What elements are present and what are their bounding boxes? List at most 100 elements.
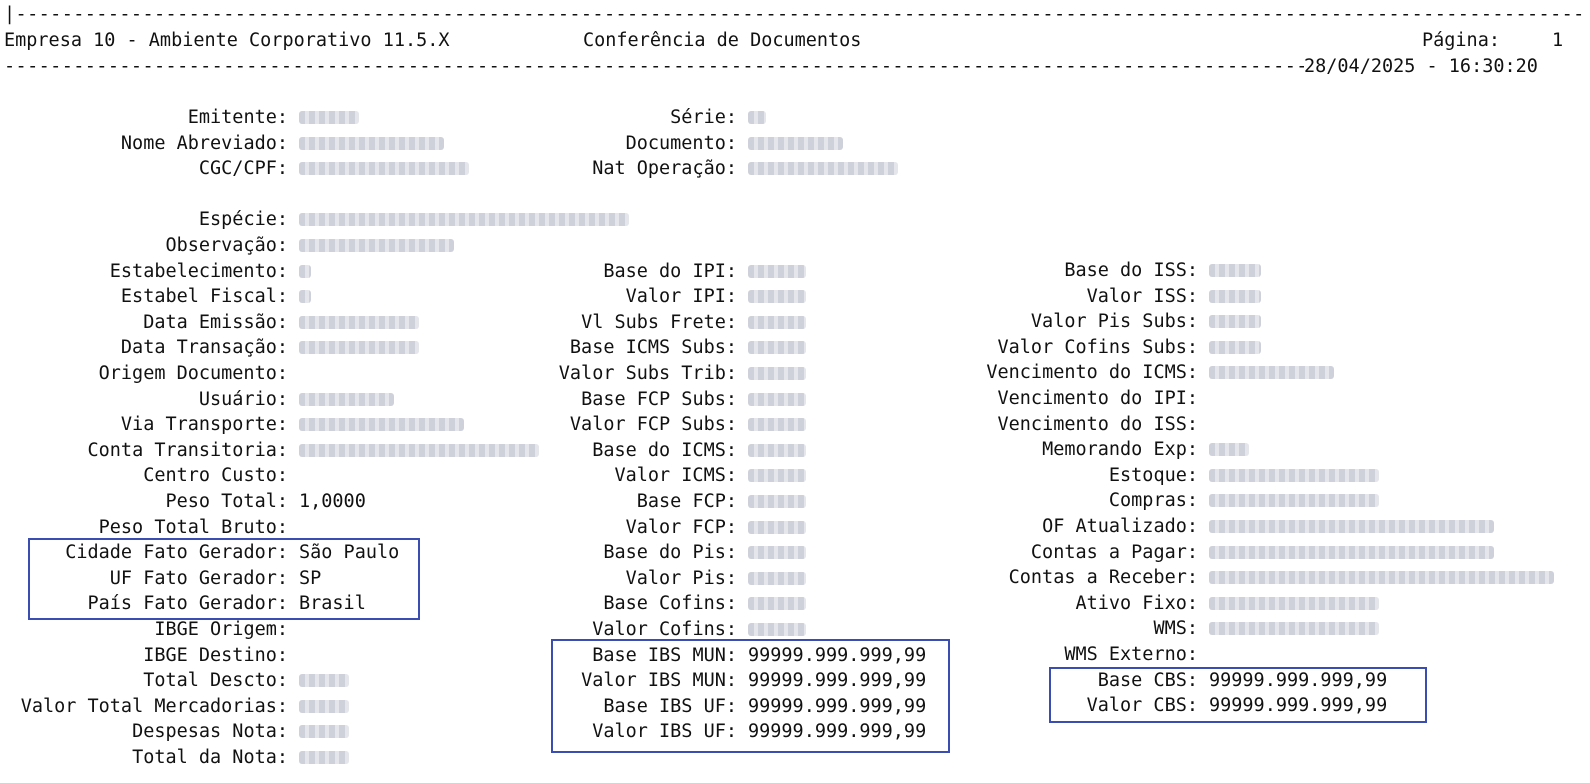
emitente-field-label: Total da Nota:: [132, 747, 288, 768]
redacted-value: [1209, 443, 1249, 457]
redacted-value: [299, 341, 419, 355]
emitente-field-label: País Fato Gerador:: [87, 593, 288, 615]
emitente-field-value: 1,0000: [299, 491, 366, 512]
emitente-field-value: Brasil: [299, 593, 366, 615]
redacted-value: [748, 623, 806, 636]
page-label: Página:: [1422, 30, 1500, 51]
redacted-value: [1209, 596, 1379, 610]
nota-field-label: Série:: [670, 107, 737, 128]
status-field-label: Contas a Pagar:: [1030, 541, 1198, 563]
status-field-label: Compras:: [1108, 490, 1198, 512]
redacted-value: [748, 111, 766, 124]
redacted-value: [1209, 571, 1554, 585]
nota-field-label: Base FCP Subs:: [581, 388, 737, 410]
redacted-value: [299, 162, 469, 176]
emitente-field-label: Via Transporte:: [120, 414, 288, 436]
redacted-value: [1209, 520, 1494, 533]
nota-field-label: Valor Pis:: [625, 567, 737, 589]
status-field-label: Memorando Exp:: [1042, 439, 1198, 461]
nota-field-label: Vl Subs Frete:: [581, 311, 737, 333]
status-field-label: Valor CBS:: [1086, 695, 1198, 717]
redacted-value: [748, 571, 806, 585]
nota-field-label: Base do Pis:: [603, 542, 737, 564]
emitente-field-label: Estabelecimento:: [109, 260, 288, 282]
redacted-value: [748, 136, 843, 150]
redacted-value: [299, 751, 349, 764]
redacted-value: [748, 392, 806, 406]
status-field-label: Valor Cofins Subs:: [997, 336, 1198, 358]
top-separator: |---------------------------------------…: [4, 4, 1586, 25]
emitente-field-label: Observação:: [165, 235, 288, 256]
nota-field-label: Valor ICMS:: [614, 465, 737, 487]
emitente-field-label: UF Fato Gerador:: [109, 567, 288, 589]
report-title: Conferência de Documentos: [583, 30, 862, 51]
nota-field-label: Valor Subs Trib:: [558, 363, 737, 384]
redacted-value: [748, 162, 898, 176]
redacted-value: [299, 443, 539, 457]
status-field-label: Vencimento do ISS:: [997, 413, 1198, 435]
emitente-field-label: CGC/CPF:: [198, 158, 288, 180]
redacted-value: [1209, 622, 1379, 636]
redacted-value: [299, 136, 444, 150]
emitente-field-label: Cidade Fato Gerador:: [65, 542, 288, 564]
redacted-value: [748, 367, 806, 380]
redacted-value: [299, 111, 359, 124]
emitente-field-label: IBGE Origem:: [154, 619, 288, 640]
nota-field-label: Valor FCP Subs:: [569, 414, 737, 436]
redacted-value: [299, 725, 349, 739]
redacted-value: [299, 290, 311, 304]
redacted-value: [748, 520, 806, 534]
status-field-value: 99999.999.999,99: [1209, 669, 1388, 691]
status-field-label: WMS Externo:: [1064, 644, 1198, 665]
emitente-field-label: Estabel Fiscal:: [120, 286, 288, 308]
emitente-field-label: Conta Transitoria:: [87, 439, 288, 461]
emitente-field-label: Espécie:: [198, 209, 288, 231]
emitente-field-label: Nome Abreviado:: [120, 132, 288, 154]
redacted-value: [748, 418, 806, 432]
redacted-value: [299, 392, 394, 406]
nota-field-label: Base IBS MUN:: [592, 644, 737, 666]
nota-field-value: 99999.999.999,99: [748, 695, 927, 717]
nota-field-label: Base FCP:: [636, 491, 737, 512]
emitente-field-label: Valor Total Mercadorias:: [20, 695, 288, 717]
redacted-value: [748, 495, 806, 508]
emitente-field-label: Data Emissão:: [143, 311, 288, 333]
nota-field-label: Valor Cofins:: [592, 619, 737, 640]
emitente-field-label: Emitente:: [187, 107, 288, 128]
emitente-field-value: SP: [299, 567, 322, 589]
emitente-field-label: IBGE Destino:: [143, 644, 288, 666]
nota-field-label: Base do ICMS:: [592, 439, 737, 461]
redacted-value: [748, 341, 806, 355]
emitente-field-label: Total Descto:: [143, 670, 288, 692]
redacted-value: [748, 469, 806, 483]
emitente-field-label: Data Transação:: [120, 337, 288, 359]
nota-field-label: Valor IBS UF:: [592, 721, 737, 743]
emitente-field-label: Usuário:: [198, 388, 288, 410]
status-field-label: Estoque:: [1108, 464, 1198, 486]
redacted-value: [1209, 264, 1261, 277]
redacted-value: [1209, 340, 1261, 354]
nota-field-label: Documento:: [625, 132, 737, 154]
status-field-label: Valor Pis Subs:: [1030, 311, 1198, 333]
status-field-label: Base CBS:: [1097, 669, 1198, 691]
redacted-value: [748, 597, 806, 611]
nota-field-label: Base ICMS Subs:: [569, 337, 737, 359]
redacted-value: [299, 699, 349, 713]
status-field-label: OF Atualizado:: [1042, 516, 1198, 537]
page-number: 1: [1552, 30, 1564, 51]
status-field-label: Base do ISS:: [1064, 260, 1198, 281]
nota-field-value: 99999.999.999,99: [748, 721, 927, 743]
status-field-label: Valor ISS:: [1086, 285, 1198, 307]
emitente-field-value: São Paulo: [299, 542, 400, 564]
redacted-value: [299, 674, 349, 688]
redacted-value: [1209, 494, 1379, 508]
status-field-label: Vencimento do IPI:: [997, 388, 1198, 409]
status-field-value: 99999.999.999,99: [1209, 695, 1388, 717]
status-field-label: Vencimento do ICMS:: [986, 362, 1198, 384]
redacted-value: [1209, 545, 1494, 559]
nota-field-value: 99999.999.999,99: [748, 670, 927, 692]
emitente-field-label: Centro Custo:: [143, 465, 288, 487]
company-name: Empresa 10 - Ambiente Corporativo 11.5.X: [4, 30, 450, 51]
nota-field-label: Base do IPI:: [603, 260, 737, 282]
nota-field-label: Nat Operação:: [592, 158, 737, 180]
